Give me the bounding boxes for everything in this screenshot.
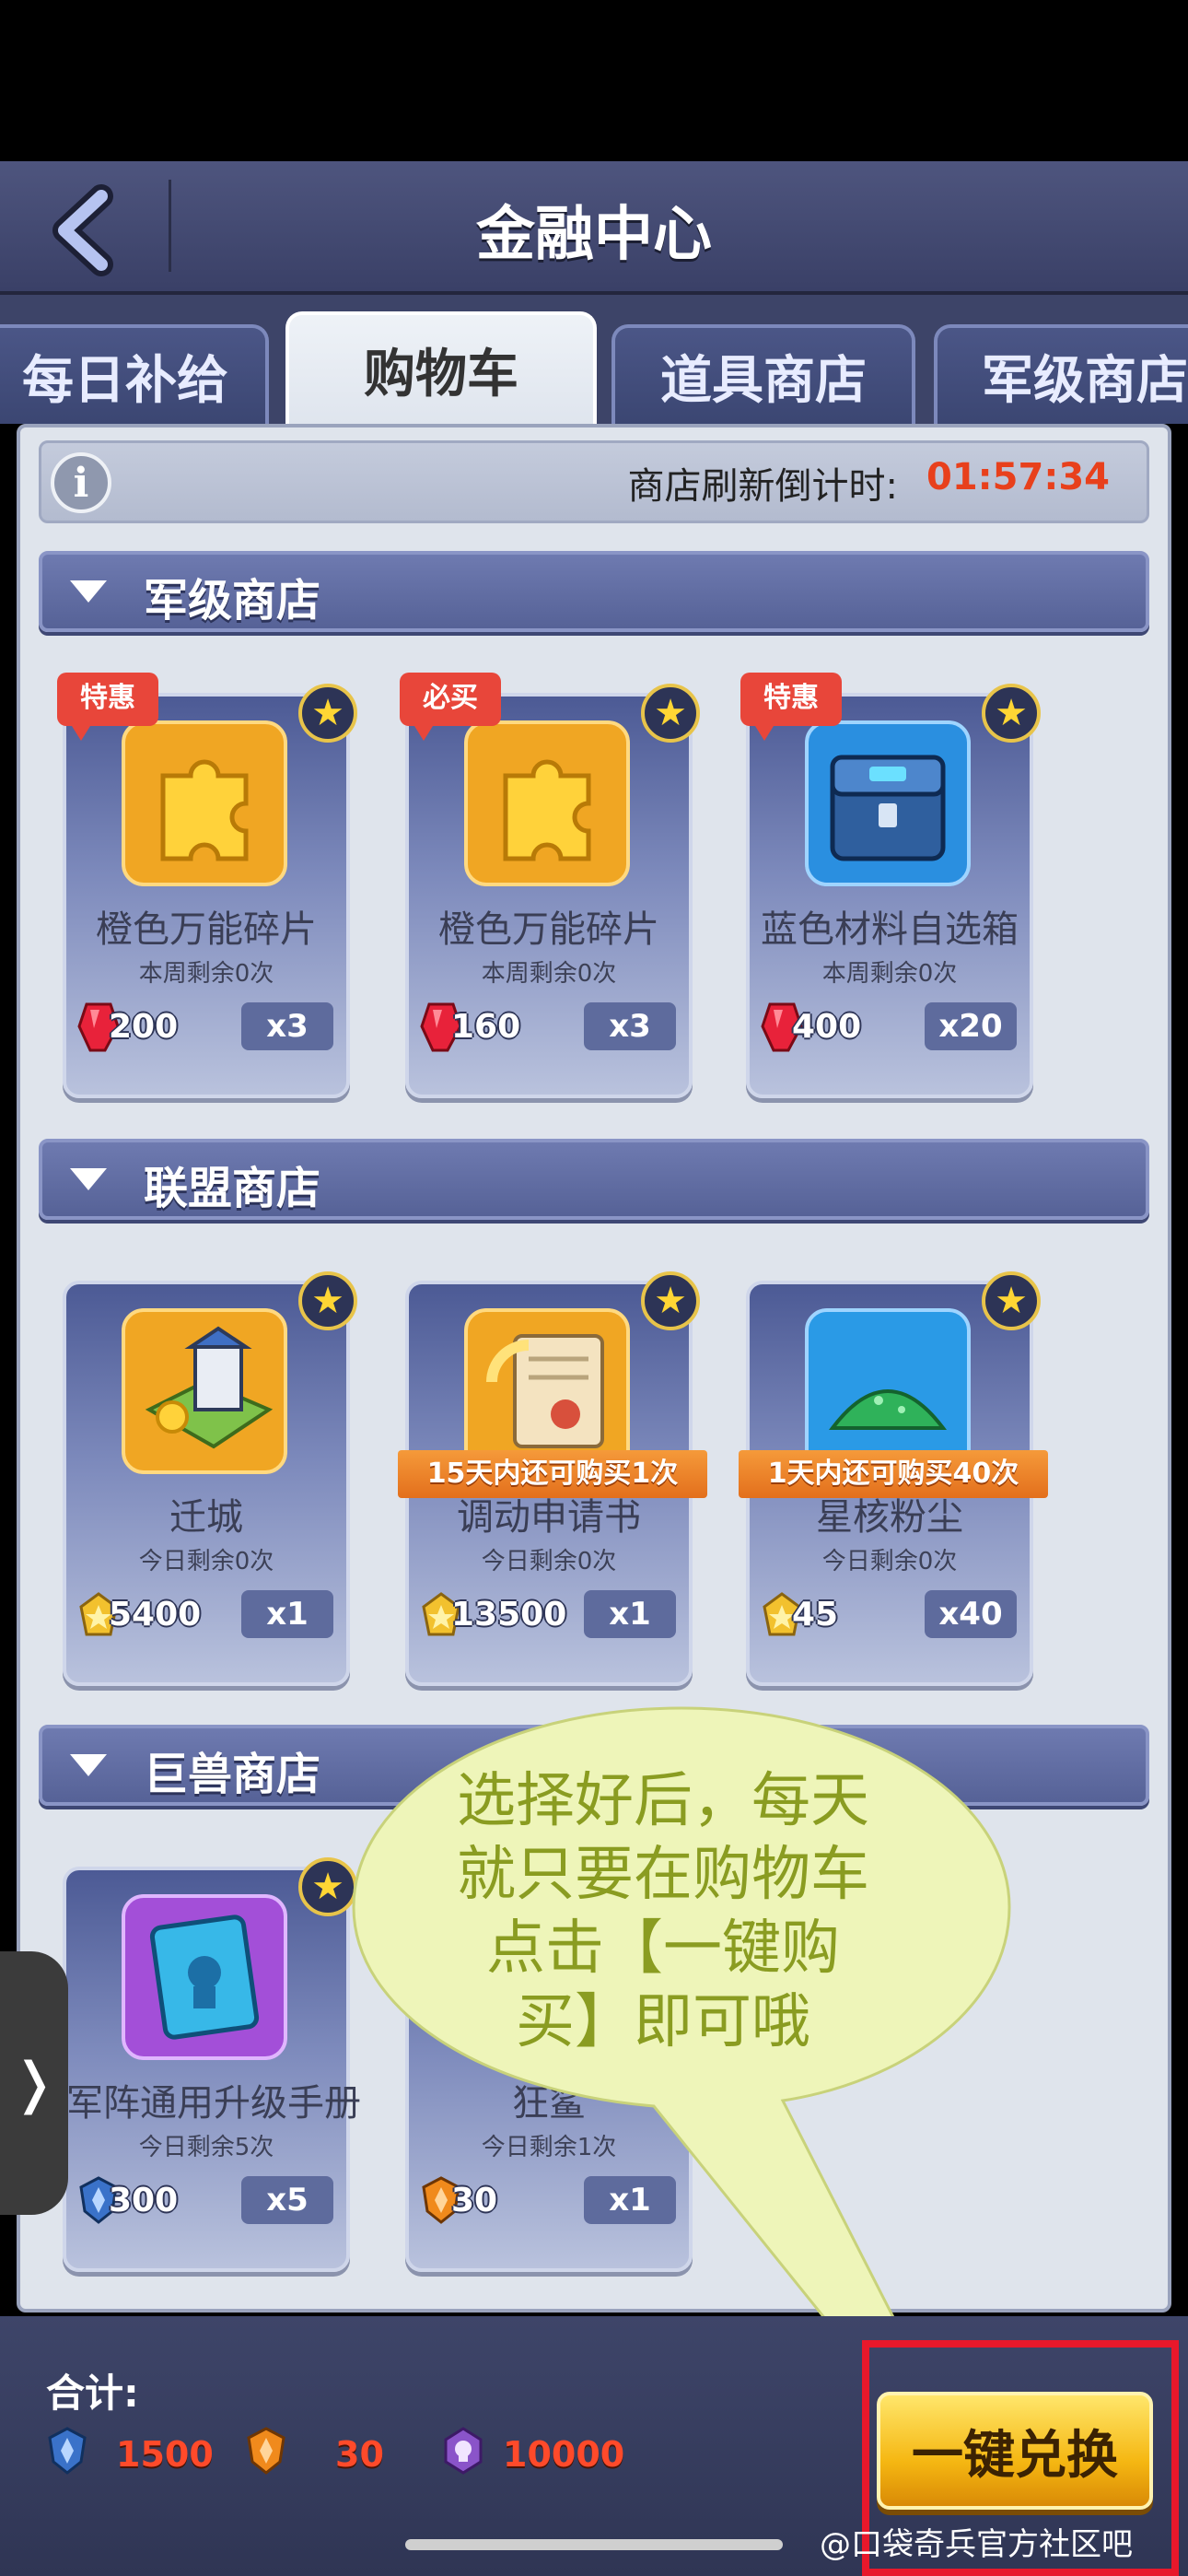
side-drawer-handle[interactable]: ❭ [0, 1951, 68, 2215]
total-blue-coin: 1500 [116, 2434, 214, 2475]
purple-manual-icon [122, 1894, 287, 2060]
section-title: 巨兽商店 [144, 1749, 321, 1800]
annotation-line: 买】即可哦 [516, 1988, 810, 2056]
gold-puzzle-icon [464, 720, 630, 886]
tab-shopping-cart[interactable]: 购物车 [285, 311, 597, 424]
info-icon[interactable]: i [51, 452, 111, 513]
top-header: 金融中心 [0, 161, 1188, 295]
item-remaining: 本周剩余0次 [138, 960, 274, 988]
item-remaining: 本周剩余0次 [481, 960, 617, 988]
transfer-scroll-icon [464, 1308, 630, 1474]
green-dust-icon [805, 1308, 971, 1474]
annotation-line: 点击【一键购 [486, 1914, 840, 1983]
item-name: 调动申请书 [457, 1496, 641, 1539]
item-card[interactable]: ★ 军阵通用升级手册 今日剩余5次 300 x5 [63, 1857, 361, 2272]
favorite-star-icon[interactable]: ★ [641, 1271, 700, 1330]
gold-puzzle-icon [122, 720, 287, 886]
page-title: 金融中心 [476, 201, 712, 269]
item-quantity[interactable]: x3 [241, 1002, 333, 1050]
favorite-star-icon[interactable]: ★ [298, 684, 357, 743]
item-quantity[interactable]: x3 [584, 1002, 676, 1050]
item-price: 300 [109, 2182, 179, 2219]
blue-shield-coin-icon [48, 2427, 87, 2475]
item-card[interactable]: 特惠 ★ 橙色万能碎片 本周剩余0次 200 x3 [57, 673, 357, 1098]
item-remaining: 今日剩余0次 [138, 1548, 274, 1575]
purple-skull-coin-icon [444, 2427, 483, 2475]
annotation-line: 选择好后，每天 [457, 1767, 869, 1835]
item-price: 400 [792, 1008, 862, 1046]
item-card[interactable]: ★ 1天内还可购买40次 星核粉尘 今日剩余0次 45 x40 [739, 1271, 1048, 1686]
section-header-alliance-shop[interactable]: 联盟商店 [39, 1139, 1149, 1220]
favorite-star-icon[interactable]: ★ [982, 684, 1041, 743]
item-remaining: 今日剩余0次 [481, 1548, 617, 1575]
total-purple-coin: 10000 [503, 2434, 625, 2475]
refresh-countdown-timer: 01:57:34 [926, 456, 1110, 498]
item-name: 军阵通用升级手册 [66, 2082, 361, 2125]
item-card[interactable]: ★ 15天内还可购买1次 调动申请书 今日剩余0次 13500 x1 [398, 1271, 707, 1686]
collapse-triangle-icon [70, 1168, 107, 1190]
item-name: 迁城 [169, 1496, 243, 1539]
deal-badge: 特惠 [57, 673, 158, 741]
item-quantity[interactable]: x1 [241, 1590, 333, 1638]
item-card[interactable]: ★ 迁城 今日剩余0次 5400 x1 [63, 1271, 357, 1686]
one-click-exchange-button[interactable]: 一键兑换 [877, 2392, 1153, 2510]
tab-item-shop[interactable]: 道具商店 [611, 324, 915, 424]
tab-bar: 每日补给 购物车 道具商店 军级商店 [0, 295, 1188, 424]
item-remaining: 本周剩余0次 [821, 960, 958, 988]
blue-chest-icon [805, 720, 971, 886]
favorite-star-icon[interactable]: ★ [298, 1271, 357, 1330]
tab-rank-shop[interactable]: 军级商店 [934, 324, 1188, 424]
item-price: 5400 [109, 1596, 202, 1633]
section-title: 军级商店 [144, 575, 321, 626]
favorite-star-icon[interactable]: ★ [982, 1271, 1041, 1330]
item-price: 45 [792, 1596, 839, 1633]
total-label: 合计: [46, 2371, 139, 2416]
item-name: 蓝色材料自选箱 [761, 908, 1019, 951]
item-quantity[interactable]: x20 [925, 1002, 1017, 1050]
item-quantity[interactable]: x40 [925, 1590, 1017, 1638]
home-indicator[interactable] [405, 2539, 783, 2550]
item-quantity[interactable]: x5 [241, 2176, 333, 2224]
item-name: 橙色万能碎片 [438, 908, 659, 951]
relocate-city-icon [122, 1308, 287, 1474]
item-name: 橙色万能碎片 [96, 908, 317, 951]
section-header-rank-shop[interactable]: 军级商店 [39, 551, 1149, 632]
item-card[interactable]: 特惠 ★ 蓝色材料自选箱 本周剩余0次 400 x20 [740, 673, 1041, 1098]
item-price: 200 [109, 1008, 179, 1046]
section-title: 联盟商店 [144, 1163, 321, 1214]
item-name: 星核粉尘 [816, 1496, 963, 1539]
collapse-triangle-icon [70, 1754, 107, 1776]
tab-daily-supply[interactable]: 每日补给 [0, 324, 269, 424]
deal-badge: 特惠 [740, 673, 842, 741]
orange-shield-coin-icon [247, 2427, 285, 2475]
refresh-countdown-label: 商店刷新倒计时: [627, 465, 898, 508]
info-bar: i 商店刷新倒计时: 01:57:34 [39, 440, 1149, 523]
must-buy-badge: 必买 [400, 673, 501, 741]
item-price: 160 [451, 1008, 521, 1046]
favorite-star-icon[interactable]: ★ [641, 684, 700, 743]
item-price: 13500 [451, 1596, 567, 1633]
annotation-line: 就只要在购物车 [457, 1841, 869, 1909]
item-card[interactable]: 必买 ★ 橙色万能碎片 本周剩余0次 160 x3 [400, 673, 700, 1098]
collapse-triangle-icon [70, 580, 107, 603]
favorite-star-icon[interactable]: ★ [298, 1857, 357, 1916]
item-remaining: 今日剩余5次 [138, 2134, 274, 2161]
item-quantity[interactable]: x1 [584, 1590, 676, 1638]
total-orange-coin: 30 [335, 2434, 384, 2475]
item-remaining: 今日剩余0次 [821, 1548, 958, 1575]
watermark: @口袋奇兵官方社区吧 [820, 2526, 1133, 2563]
annotation-text: 选择好后，每天 就只要在购物车 点击【一键购 买】即可哦 [405, 1764, 921, 2059]
